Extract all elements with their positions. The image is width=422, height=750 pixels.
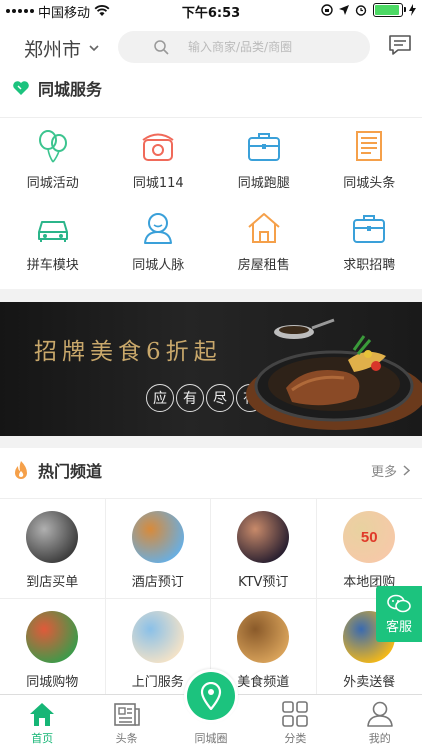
more-label: 更多	[370, 464, 397, 480]
city-circle-button[interactable]	[183, 669, 238, 723]
divider	[0, 289, 422, 302]
service-item-headlines[interactable]: 同城头条	[317, 128, 422, 210]
channels-title: 热门频道	[38, 462, 103, 481]
channel-item[interactable]: 到店买单	[0, 499, 106, 599]
channel-label: 上门服务	[131, 675, 184, 690]
message-icon	[389, 35, 411, 55]
battery-icon	[373, 3, 406, 17]
top-bar: 郑州市	[0, 28, 422, 68]
sale-tag-photo: 50	[343, 511, 396, 563]
city-selector[interactable]: 郑州市	[24, 35, 99, 62]
channel-item[interactable]: 酒店预订	[105, 499, 211, 599]
flame-icon	[15, 461, 27, 479]
promo-banner[interactable]: 招牌美食6折起 应 有 尽 有	[0, 302, 422, 436]
service-label: 房屋租售	[237, 258, 290, 273]
service-label: 求职招聘	[343, 258, 396, 273]
service-label: 同城人脉	[132, 258, 185, 273]
chevron-right-icon	[403, 464, 410, 476]
search-bar[interactable]	[118, 31, 370, 63]
status-bar: 中国移动 下午6:53	[0, 0, 422, 22]
service-label: 同城头条	[343, 176, 396, 191]
channel-label: 到店买单	[26, 575, 79, 590]
tab-label: 同城圈	[194, 732, 228, 745]
search-icon	[154, 40, 169, 55]
home-icon	[30, 703, 55, 726]
car-icon	[37, 221, 68, 242]
groceries-photo	[26, 611, 79, 663]
wechat-icon	[387, 594, 411, 612]
rotation-lock-icon	[321, 4, 333, 16]
food-photo	[237, 611, 290, 663]
tab-city-circle[interactable]: 同城圈	[169, 669, 253, 750]
customer-service-button[interactable]: 客服	[376, 586, 422, 642]
service-label: 同城114	[132, 176, 184, 191]
payment-photo	[26, 511, 79, 563]
grid-icon	[282, 701, 309, 727]
channel-label: KTV预订	[238, 575, 289, 590]
service-label: 拼车模块	[26, 258, 79, 273]
cleaning-photo	[131, 611, 184, 663]
chevron-down-icon	[89, 44, 99, 51]
channel-label: 外卖送餐	[343, 675, 396, 690]
tab-label: 头条	[115, 732, 138, 745]
banner-tag-char: 应	[146, 384, 174, 412]
briefcase-icon	[353, 215, 386, 243]
tab-label: 首页	[31, 732, 54, 745]
divider	[0, 436, 422, 448]
more-channels-link[interactable]: 更多	[371, 461, 410, 480]
tab-bar: 首页 头条 同城圈 分类 我的	[0, 669, 422, 750]
service-item-housing[interactable]: 房屋租售	[211, 210, 317, 292]
balloons-icon	[38, 130, 67, 163]
message-button[interactable]	[388, 34, 412, 60]
news-icon	[113, 703, 140, 726]
tab-home[interactable]: 首页	[0, 695, 84, 750]
customer-service-label: 客服	[385, 619, 412, 635]
singer-photo	[237, 511, 290, 563]
alarm-icon	[355, 5, 367, 16]
telephone-icon	[142, 133, 174, 161]
briefcase-icon	[247, 133, 280, 161]
tab-label: 我的	[368, 732, 391, 745]
hotel-photo	[131, 511, 184, 563]
banner-headline: 招牌美食6折起	[34, 339, 222, 365]
heart-icon	[13, 81, 29, 95]
person-icon	[144, 213, 173, 244]
channels-header: 热门频道 更多	[0, 450, 422, 490]
newspaper-icon	[356, 131, 383, 161]
channel-item[interactable]: KTV预订	[211, 499, 317, 599]
channels-grid: 到店买单 酒店预订 KTV预订 50 本地团购同城购物 上门服务 美食频道 外卖送餐	[0, 498, 422, 697]
service-item-errand[interactable]: 同城跑腿	[211, 128, 317, 210]
location-arrow-icon	[339, 5, 349, 15]
service-item-jobs[interactable]: 求职招聘	[317, 210, 422, 292]
service-item-contacts[interactable]: 同城人脉	[106, 210, 212, 292]
services-grid: 同城活动 同城114 同城跑腿 同城头条 拼车模块 同城人脉 房屋租售 求职招聘	[0, 117, 422, 289]
service-label: 同城跑腿	[237, 176, 290, 191]
tab-news[interactable]: 头条	[84, 695, 168, 750]
channel-label: 美食频道	[237, 675, 290, 690]
search-input[interactable]	[188, 40, 370, 54]
sale-badge: 50	[360, 528, 378, 546]
tab-label: 分类	[284, 732, 307, 745]
service-item-activity[interactable]: 同城活动	[0, 128, 106, 210]
charging-bolt-icon	[409, 4, 416, 16]
steak-dish-image	[246, 318, 422, 430]
banner-tag-char: 尽	[206, 384, 234, 412]
service-label: 同城活动	[26, 176, 79, 191]
services-title: 同城服务	[38, 80, 103, 99]
tab-categories[interactable]: 分类	[253, 695, 337, 750]
service-item-114[interactable]: 同城114	[106, 128, 212, 210]
service-item-carpool[interactable]: 拼车模块	[0, 210, 106, 292]
city-label: 郑州市	[24, 38, 82, 61]
channel-item[interactable]: 50 本地团购	[316, 499, 422, 599]
user-icon	[366, 701, 393, 727]
channel-label: 同城购物	[26, 675, 79, 690]
tab-profile[interactable]: 我的	[338, 695, 422, 750]
channel-item[interactable]: 同城购物	[0, 599, 106, 697]
house-icon	[248, 213, 280, 243]
channel-label: 酒店预订	[131, 575, 184, 590]
services-header: 同城服务	[0, 68, 422, 108]
location-pin-icon	[200, 682, 222, 710]
banner-tag-char: 有	[176, 384, 204, 412]
